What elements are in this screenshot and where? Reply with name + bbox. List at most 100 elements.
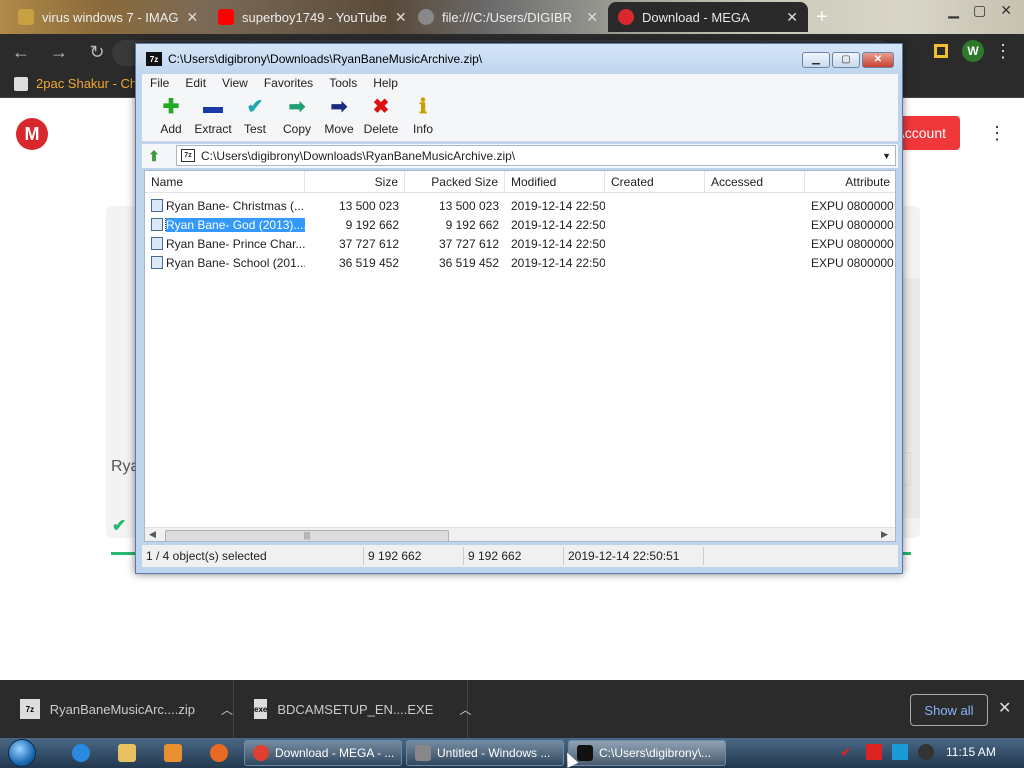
taskbar-moviemaker-button[interactable]: Untitled - Windows ... — [406, 740, 564, 766]
file-row-selected[interactable]: Ryan Bane- God (2013).... 9 192 662 9 19… — [145, 215, 895, 234]
bookmark-item[interactable]: 2pac Shakur - Chro — [36, 76, 149, 91]
close-button[interactable]: ✕ — [862, 52, 894, 68]
downloads-bar: 7z RyanBaneMusicArc....zip ︿ exe BDCAMSE… — [0, 680, 1024, 738]
copy-button[interactable]: ➡ Copy — [276, 92, 318, 136]
browser-minimize-icon[interactable]: ▁ — [948, 2, 959, 19]
column-created[interactable]: Created — [605, 171, 705, 193]
show-all-button[interactable]: Show all — [910, 694, 988, 726]
download-item-zip[interactable]: 7z RyanBaneMusicArc....zip ︿ — [0, 680, 234, 738]
file-attributes: EXPU 0800000 — [811, 236, 894, 251]
close-downloads-icon[interactable]: ✕ — [998, 698, 1011, 718]
mega-menu-icon[interactable]: ⋮ — [988, 124, 1006, 142]
system-clock[interactable]: 11:15 AM — [946, 745, 996, 759]
move-button-label: Move — [324, 122, 354, 136]
menu-tools[interactable]: Tools — [321, 76, 365, 90]
maximize-button[interactable]: ▢ — [832, 52, 860, 68]
browser-tab-strip: virus windows 7 - IMAG ✕ superboy1749 - … — [0, 0, 1024, 34]
app-quicklaunch-icon[interactable] — [210, 744, 228, 762]
horizontal-scrollbar[interactable]: ◀ ||| ▶ — [145, 527, 895, 541]
tab-2[interactable]: superboy1749 - YouTube ✕ — [208, 2, 408, 32]
internet-explorer-icon[interactable] — [72, 744, 90, 762]
tab-4-close-icon[interactable]: ✕ — [786, 9, 798, 26]
menu-edit[interactable]: Edit — [177, 76, 214, 90]
test-button[interactable]: ✔ Test — [234, 92, 276, 136]
extensions-area: W — [934, 40, 984, 62]
scroll-left-icon[interactable]: ◀ — [149, 529, 156, 540]
extension-icon[interactable] — [934, 44, 948, 58]
up-folder-icon[interactable]: ⬆ — [142, 145, 166, 167]
browser-close-icon[interactable]: ✕ — [1000, 2, 1012, 19]
file-row[interactable]: Ryan Bane- Christmas (... 13 500 023 13 … — [145, 196, 895, 215]
column-attributes[interactable]: Attribute — [805, 171, 895, 193]
info-button-label: Info — [412, 122, 433, 136]
taskbar-chrome-button[interactable]: Download - MEGA - ... — [244, 740, 402, 766]
file-modified: 2019-12-14 22:50 — [511, 217, 605, 232]
delete-button[interactable]: ✖ Delete — [360, 92, 402, 136]
file-list-header: Name Size Packed Size Modified Created A… — [145, 171, 895, 193]
mega-logo-icon[interactable]: M — [16, 118, 48, 150]
path-text: C:\Users\digibrony\Downloads\RyanBaneMus… — [201, 148, 516, 163]
reload-icon[interactable]: ↻ — [86, 42, 108, 63]
column-size[interactable]: Size — [305, 171, 405, 193]
audio-file-icon — [151, 237, 163, 250]
chevron-up-icon[interactable]: ︿ — [459, 701, 471, 718]
move-button[interactable]: ➡ Move — [318, 92, 360, 136]
new-tab-button[interactable]: + — [816, 6, 828, 29]
status-size: 9 192 662 — [364, 547, 464, 565]
download-item-name: RyanBaneMusicArc....zip — [49, 701, 195, 717]
tab-3-close-icon[interactable]: ✕ — [586, 9, 598, 26]
tab-1[interactable]: virus windows 7 - IMAG ✕ — [8, 2, 208, 32]
sevenzip-titlebar[interactable]: 7z C:\Users\digibrony\Downloads\RyanBane… — [136, 44, 902, 74]
tab-2-title: superboy1749 - YouTube — [242, 9, 387, 25]
tray-monitor-icon[interactable] — [892, 744, 908, 760]
sevenzip-toolbar: ✚ Add ▬ Extract ✔ Test ➡ Copy ➡ Move ✖ D… — [142, 92, 898, 142]
scroll-right-icon[interactable]: ▶ — [881, 529, 888, 540]
menu-view[interactable]: View — [214, 76, 256, 90]
browser-maximize-icon[interactable]: ▢ — [973, 2, 986, 19]
download-item-exe[interactable]: exe BDCAMSETUP_EN....EXE ︿ — [234, 680, 471, 738]
back-icon[interactable]: ← — [10, 42, 32, 63]
chevron-up-icon[interactable]: ︿ — [221, 701, 233, 718]
tab-3-title: file:///C:/Users/DIGIBR — [442, 9, 573, 25]
download-item-name: BDCAMSETUP_EN....EXE — [277, 701, 434, 717]
scrollbar-thumb[interactable]: ||| — [165, 530, 449, 541]
column-packed-size[interactable]: Packed Size — [405, 171, 505, 193]
column-modified[interactable]: Modified — [505, 171, 605, 193]
menu-file[interactable]: File — [142, 76, 177, 90]
tab-4[interactable]: Download - MEGA ✕ — [608, 2, 808, 32]
path-combobox[interactable]: 7z C:\Users\digibrony\Downloads\RyanBane… — [176, 145, 896, 166]
plus-icon: ✚ — [162, 96, 180, 118]
tab-1-close-icon[interactable]: ✕ — [187, 9, 199, 26]
sevenzip-window-controls: ▁ ▢ ✕ — [802, 52, 894, 68]
menu-help[interactable]: Help — [365, 76, 406, 90]
extract-button[interactable]: ▬ Extract — [192, 92, 234, 136]
minimize-button[interactable]: ▁ — [802, 52, 830, 68]
profile-avatar[interactable]: W — [962, 40, 984, 62]
info-button[interactable]: ℹ Info — [402, 92, 444, 136]
file-name: Ryan Bane- God (2013).... — [165, 217, 305, 232]
tray-flag-icon[interactable] — [866, 744, 882, 760]
chevron-down-icon[interactable]: ▼ — [882, 151, 891, 161]
start-button[interactable] — [8, 738, 46, 768]
taskbar-7zip-button[interactable]: C:\Users\digibrony\... — [568, 740, 726, 766]
menu-favorites[interactable]: Favorites — [256, 76, 321, 90]
download-complete-check-icon: ✔ — [112, 516, 127, 535]
copy-button-label: Copy — [282, 122, 311, 136]
taskbar-button-label: Download - MEGA - ... — [275, 746, 395, 760]
browser-menu-icon[interactable]: ⋮ — [994, 42, 1012, 60]
tray-check-icon[interactable]: ✔ — [840, 744, 856, 760]
file-row[interactable]: Ryan Bane- Prince Char... 37 727 612 37 … — [145, 234, 895, 253]
forward-icon[interactable]: → — [48, 42, 70, 63]
chrome-icon — [253, 745, 269, 761]
column-accessed[interactable]: Accessed — [705, 171, 805, 193]
tab-3[interactable]: file:///C:/Users/DIGIBR ✕ — [408, 2, 608, 32]
file-explorer-icon[interactable] — [118, 744, 136, 762]
add-button[interactable]: ✚ Add — [150, 92, 192, 136]
tab-2-close-icon[interactable]: ✕ — [395, 9, 407, 26]
column-name[interactable]: Name — [145, 171, 305, 193]
status-packed-size: 9 192 662 — [464, 547, 564, 565]
test-button-label: Test — [243, 122, 266, 136]
media-player-icon[interactable] — [164, 744, 182, 762]
file-row[interactable]: Ryan Bane- School (201... 36 519 452 36 … — [145, 253, 895, 272]
tray-volume-icon[interactable] — [918, 744, 934, 760]
